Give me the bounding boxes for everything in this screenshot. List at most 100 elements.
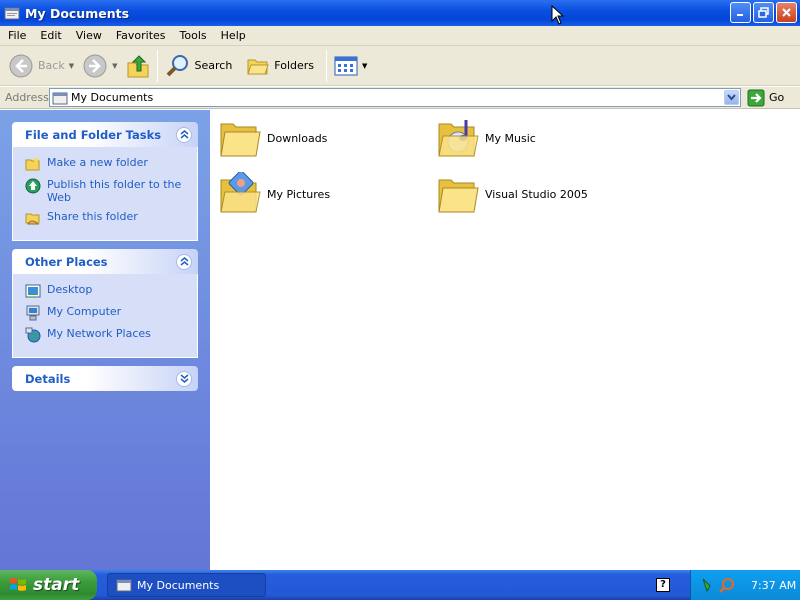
folder-window-icon bbox=[116, 579, 132, 592]
place-my-network-places[interactable]: My Network Places bbox=[25, 327, 187, 343]
file-folder-tasks-panel: File and Folder Tasks Make a new folder … bbox=[12, 122, 198, 241]
window-title: My Documents bbox=[25, 5, 130, 21]
go-button[interactable]: Go bbox=[747, 89, 784, 107]
forward-dropdown-icon[interactable]: ▼ bbox=[112, 62, 117, 70]
place-my-computer[interactable]: My Computer bbox=[25, 305, 187, 321]
desktop-icon bbox=[25, 284, 41, 298]
task-label: Share this folder bbox=[47, 210, 138, 223]
minimize-button[interactable] bbox=[730, 2, 751, 23]
views-dropdown-icon[interactable]: ▼ bbox=[362, 62, 367, 70]
panel-title: Other Places bbox=[25, 254, 108, 269]
panel-header[interactable]: Details bbox=[12, 366, 198, 391]
back-button[interactable]: Back ▼ bbox=[4, 49, 78, 83]
music-folder-icon bbox=[438, 120, 479, 157]
start-button[interactable]: start bbox=[0, 570, 97, 600]
chevron-up-icon bbox=[180, 257, 188, 266]
menu-help[interactable]: Help bbox=[214, 26, 253, 46]
task-label: Publish this folder to the Web bbox=[47, 178, 182, 204]
folder-item-visual-studio-2005[interactable]: Visual Studio 2005 bbox=[436, 172, 588, 216]
toolbar-separator bbox=[156, 49, 158, 82]
title-bar[interactable]: My Documents bbox=[0, 0, 800, 26]
menu-favorites[interactable]: Favorites bbox=[109, 26, 173, 46]
forward-button[interactable]: ▼ bbox=[78, 49, 121, 83]
views-icon bbox=[334, 56, 358, 75]
menu-view[interactable]: View bbox=[69, 26, 109, 46]
taskbar-window-label: My Documents bbox=[137, 578, 220, 592]
forward-arrow-icon bbox=[83, 54, 107, 77]
task-pane: File and Folder Tasks Make a new folder … bbox=[0, 110, 210, 570]
search-icon bbox=[166, 54, 188, 76]
restore-button[interactable] bbox=[753, 2, 774, 23]
folder-item-my-music[interactable]: My Music bbox=[436, 116, 536, 160]
search-button[interactable]: Search bbox=[161, 49, 237, 83]
details-panel: Details bbox=[12, 366, 198, 391]
collapse-button[interactable] bbox=[176, 253, 192, 270]
menu-file[interactable]: File bbox=[0, 26, 33, 46]
new-folder-icon bbox=[25, 157, 40, 171]
clock: 7:37 AM bbox=[751, 578, 797, 592]
folder-icon bbox=[438, 179, 479, 213]
folders-icon bbox=[247, 59, 269, 74]
address-dropdown-button[interactable] bbox=[724, 90, 739, 105]
network-places-icon bbox=[25, 327, 41, 343]
folder-window-icon bbox=[4, 7, 20, 20]
close-icon bbox=[782, 8, 791, 17]
folders-button[interactable]: Folders bbox=[242, 49, 318, 83]
expand-button[interactable] bbox=[176, 370, 192, 387]
chevron-up-icon bbox=[180, 130, 188, 139]
task-label: Make a new folder bbox=[47, 156, 148, 169]
task-publish-folder[interactable]: Publish this folder to the Web bbox=[25, 178, 187, 204]
address-bar: Address My Documents Go bbox=[0, 87, 800, 109]
panel-title: Details bbox=[25, 371, 71, 386]
restore-icon bbox=[758, 7, 769, 18]
folder-name: My Music bbox=[485, 131, 536, 145]
publish-web-icon bbox=[25, 178, 41, 194]
collapse-button[interactable] bbox=[176, 126, 192, 143]
folder-name: Downloads bbox=[267, 131, 328, 145]
mouse-cursor-icon bbox=[551, 5, 565, 25]
panel-header[interactable]: File and Folder Tasks bbox=[12, 122, 198, 147]
views-button[interactable]: ▼ bbox=[330, 49, 371, 83]
my-computer-icon bbox=[26, 305, 40, 321]
back-label: Back bbox=[38, 59, 65, 72]
search-label: Search bbox=[194, 59, 233, 72]
back-dropdown-icon[interactable]: ▼ bbox=[69, 62, 74, 70]
windows-logo-icon bbox=[10, 578, 26, 591]
panel-header[interactable]: Other Places bbox=[12, 249, 198, 274]
task-share-folder[interactable]: Share this folder bbox=[25, 210, 187, 226]
folder-icon bbox=[220, 123, 261, 157]
pictures-folder-icon bbox=[220, 172, 261, 213]
chevron-down-icon bbox=[727, 94, 736, 101]
folder-name: My Pictures bbox=[267, 187, 331, 201]
back-arrow-icon bbox=[9, 54, 33, 77]
taskbar-window-button[interactable]: My Documents bbox=[107, 573, 266, 597]
menu-bar: File Edit View Favorites Tools Help bbox=[0, 26, 800, 46]
folder-item-my-pictures[interactable]: My Pictures bbox=[218, 172, 330, 216]
help-icon[interactable]: ? bbox=[656, 578, 670, 592]
panel-title: File and Folder Tasks bbox=[25, 127, 162, 142]
place-desktop[interactable]: Desktop bbox=[25, 283, 187, 299]
file-list-view[interactable]: Downloads My Music My Pictures Visual St… bbox=[210, 110, 800, 570]
toolbar: Back ▼ ▼ Search Folders ▼ bbox=[0, 46, 800, 86]
taskbar: start My Documents ? 7:37 AM bbox=[0, 570, 800, 600]
address-value: My Documents bbox=[71, 91, 154, 104]
task-make-new-folder[interactable]: Make a new folder bbox=[25, 156, 187, 172]
menu-tools[interactable]: Tools bbox=[173, 26, 214, 46]
up-folder-button[interactable] bbox=[122, 49, 154, 83]
place-label: Desktop bbox=[47, 283, 93, 296]
share-folder-icon bbox=[25, 213, 40, 225]
search-tray-icon[interactable] bbox=[719, 577, 735, 593]
folder-window-icon bbox=[52, 92, 68, 104]
folder-name: Visual Studio 2005 bbox=[485, 187, 588, 201]
close-button[interactable] bbox=[776, 2, 797, 23]
folder-item-downloads[interactable]: Downloads bbox=[218, 116, 327, 160]
address-label: Address bbox=[5, 91, 49, 104]
place-label: My Computer bbox=[47, 305, 122, 318]
address-input[interactable]: My Documents bbox=[49, 88, 741, 107]
network-tray-icon[interactable] bbox=[701, 577, 717, 593]
go-arrow-icon bbox=[747, 89, 765, 106]
menu-edit[interactable]: Edit bbox=[33, 26, 68, 46]
place-label: My Network Places bbox=[47, 327, 151, 340]
minimize-icon bbox=[737, 14, 743, 16]
chevron-down-icon bbox=[180, 374, 188, 383]
